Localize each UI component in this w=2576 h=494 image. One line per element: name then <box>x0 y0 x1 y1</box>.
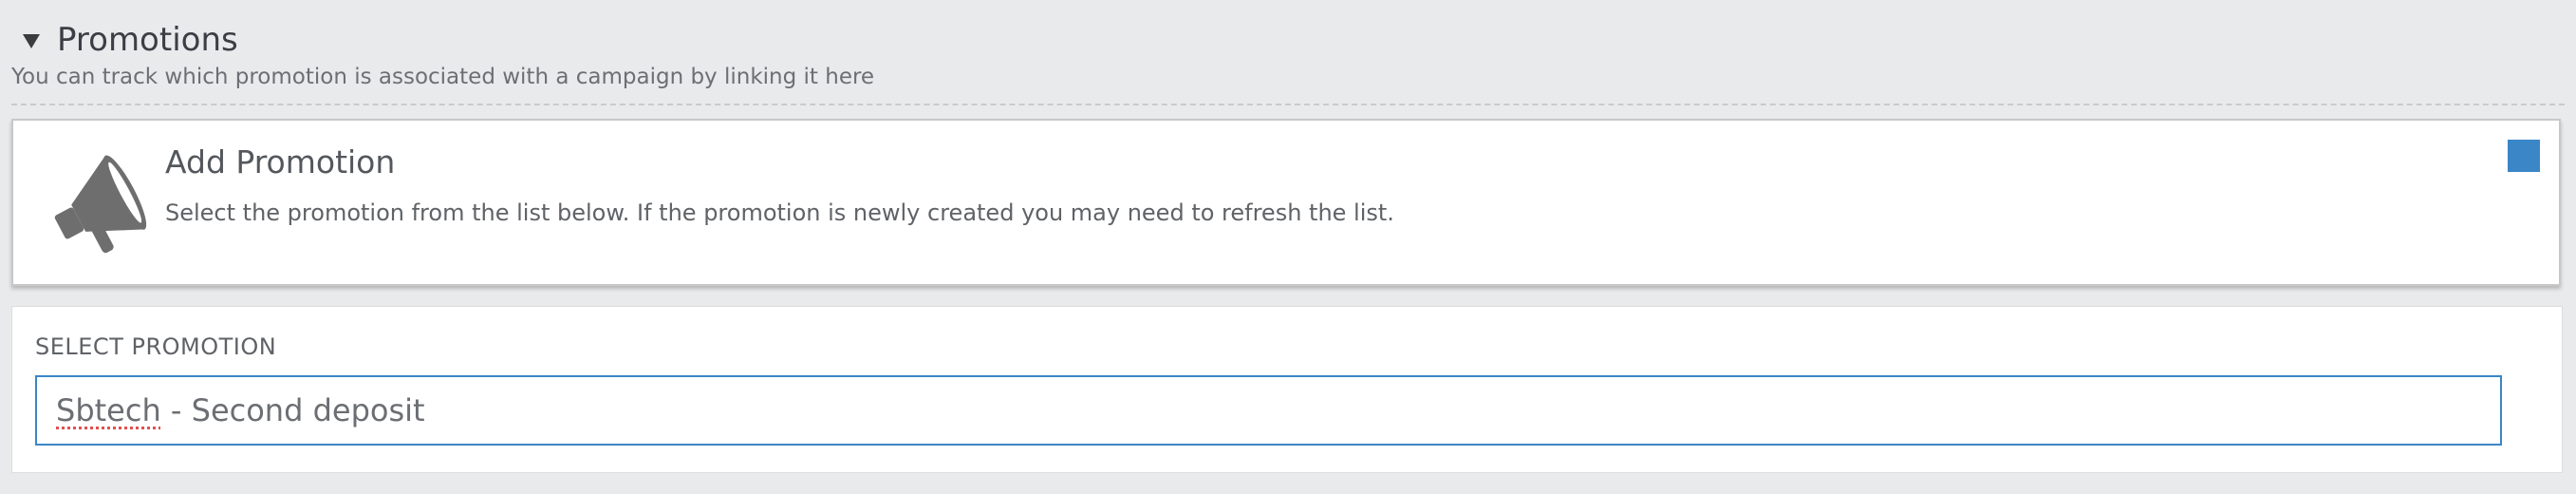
card-toggle-button[interactable] <box>2508 140 2540 172</box>
card-description: Select the promotion from the list below… <box>165 200 1394 226</box>
select-promotion-label: SELECT PROMOTION <box>35 333 277 360</box>
promotions-section-toggle[interactable]: Promotions <box>23 21 238 59</box>
caret-down-icon <box>23 33 40 48</box>
card-title: Add Promotion <box>165 143 396 180</box>
select-value-rest: - Second deposit <box>160 392 425 428</box>
section-title: Promotions <box>57 21 238 59</box>
section-description: You can track which promotion is associa… <box>11 65 875 89</box>
megaphone-icon <box>54 155 147 254</box>
select-promotion-panel: SELECT PROMOTION Sbtech - Second deposit <box>11 306 2563 473</box>
section-divider <box>11 104 2565 105</box>
promotion-select-input[interactable]: Sbtech - Second deposit <box>35 375 2502 446</box>
add-promotion-card: Add Promotion Select the promotion from … <box>11 119 2561 286</box>
select-value-word: Sbtech <box>56 392 161 428</box>
